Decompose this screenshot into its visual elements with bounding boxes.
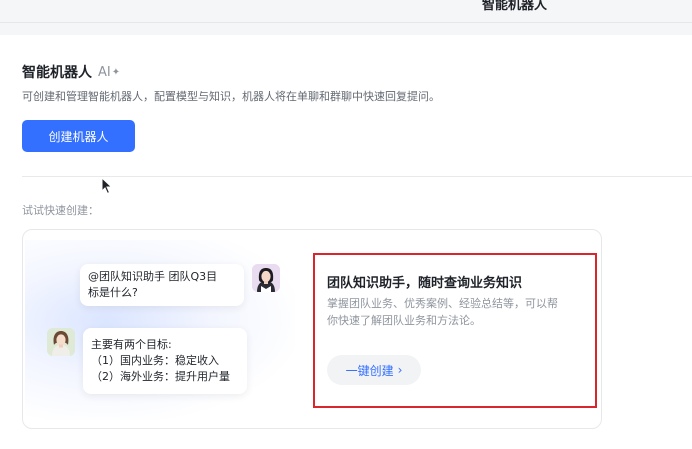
top-gap	[0, 23, 692, 35]
answer-line: 主要有两个目标:	[91, 338, 172, 351]
one-click-create-label: 一键创建	[345, 363, 394, 378]
chevron-right-icon: ›	[397, 363, 403, 377]
sparkle-icon: ✦	[111, 66, 121, 78]
bot-avatar	[47, 328, 75, 356]
mouse-cursor-icon	[101, 177, 113, 195]
user-avatar	[252, 264, 280, 292]
answer-line: （2）海外业务：提升用户量	[91, 370, 230, 383]
page-title: 智能机器人	[22, 65, 92, 81]
app-root: 智能机器人 智能机器人 AI ✦ 可创建和管理智能机器人，配置模型与知识，机器人…	[0, 0, 692, 449]
question-line: @团队知识助手 团队Q3目	[88, 270, 218, 283]
answer-bubble: 主要有两个目标: （1）国内业务：稳定收入 （2）海外业务：提升用户量	[83, 328, 247, 394]
template-description-line: 你快速了解团队业务和方法论。	[327, 314, 481, 327]
template-description: 掌握团队业务、优秀案例、经验总结等，可以帮 你快速了解团队业务和方法论。	[327, 295, 589, 329]
ai-badge: AI	[98, 64, 111, 80]
answer-line: （1）国内业务：稳定收入	[91, 354, 219, 367]
question-bubble: @团队知识助手 团队Q3目 标是什么?	[80, 264, 244, 306]
template-description-line: 掌握团队业务、优秀案例、经验总结等，可以帮	[327, 297, 558, 310]
template-card[interactable]: @团队知识助手 团队Q3目 标是什么? 主要有两个目标: （1）国内业务：稳定收…	[22, 229, 602, 429]
page-heading: 智能机器人 AI ✦	[22, 62, 120, 82]
create-bot-button[interactable]: 创建机器人	[22, 120, 135, 152]
user-avatar-icon	[252, 264, 280, 292]
section-divider	[22, 176, 692, 177]
template-detail: 团队知识助手，随时查询业务知识 掌握团队业务、优秀案例、经验总结等，可以帮 你快…	[314, 253, 600, 409]
top-bar: 智能机器人	[0, 0, 692, 23]
page-description: 可创建和管理智能机器人，配置模型与知识，机器人将在单聊和群聊中快速回复提问。	[22, 90, 440, 103]
topbar-title: 智能机器人	[482, 0, 548, 13]
question-line: 标是什么?	[88, 286, 138, 299]
template-title: 团队知识助手，随时查询业务知识	[327, 276, 523, 291]
bot-avatar-icon	[47, 328, 75, 356]
one-click-create-button[interactable]: 一键创建 ›	[327, 355, 421, 385]
quick-create-label: 试试快速创建：	[22, 204, 99, 217]
